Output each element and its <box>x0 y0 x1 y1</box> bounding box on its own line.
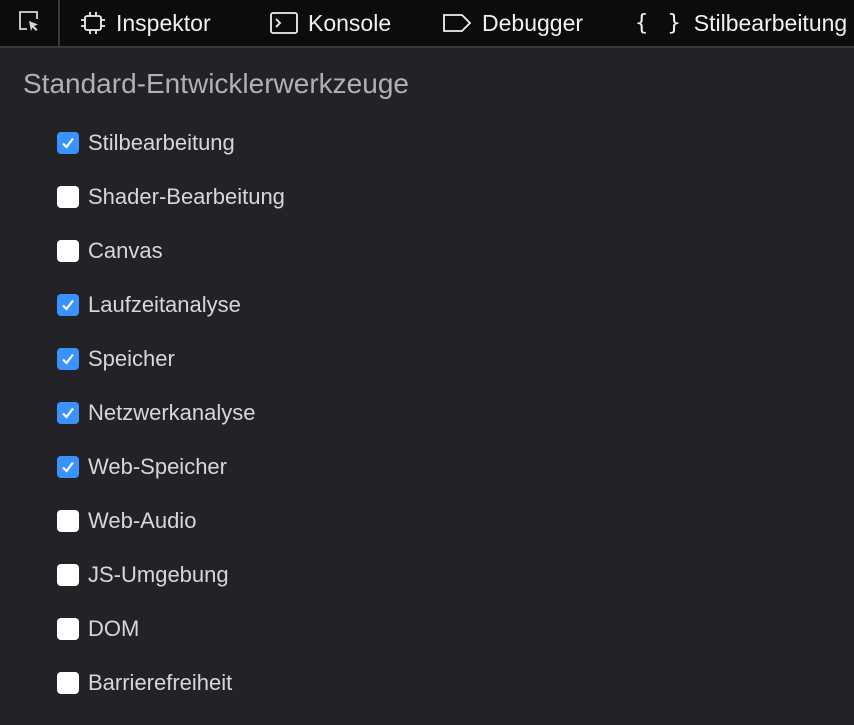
checkbox[interactable] <box>57 618 79 640</box>
tool-checkbox-item[interactable]: Web-Speicher <box>57 455 285 509</box>
tool-label: JS-Umgebung <box>88 562 229 587</box>
checkbox[interactable] <box>57 132 79 154</box>
tool-checkbox-item[interactable]: Canvas <box>57 239 285 293</box>
checkmark-icon <box>62 137 74 149</box>
tab-label: Konsole <box>308 9 392 36</box>
tool-checkbox-item[interactable]: Shader-Bearbeitung <box>57 185 285 239</box>
tool-checkbox-item[interactable]: Web-Audio <box>57 509 285 563</box>
tool-checkbox-item[interactable]: Speicher <box>57 347 285 401</box>
tab-inspector[interactable]: Inspektor <box>80 0 211 46</box>
tool-checkbox-item[interactable]: DOM <box>57 617 285 671</box>
tab-debugger[interactable]: Debugger <box>442 0 583 46</box>
element-picker-button[interactable] <box>0 0 58 46</box>
checkbox[interactable] <box>57 564 79 586</box>
tool-label: Laufzeitanalyse <box>88 292 241 317</box>
checkbox[interactable] <box>57 672 79 694</box>
tool-label: DOM <box>88 616 140 641</box>
braces-icon: { } <box>635 10 684 36</box>
default-tools-list: Stilbearbeitung Shader-Bearbeitung Canva… <box>57 131 285 725</box>
tool-label: Web-Audio <box>88 508 197 533</box>
checkbox[interactable] <box>57 402 79 424</box>
element-picker-icon <box>17 9 41 38</box>
checkmark-icon <box>62 353 74 365</box>
tool-label: Barrierefreiheit <box>88 670 233 695</box>
toolbar-separator <box>58 0 60 46</box>
debugger-icon <box>442 13 472 33</box>
tool-checkbox-item[interactable]: Stilbearbeitung <box>57 131 285 185</box>
tool-checkbox-item[interactable]: Netzwerkanalyse <box>57 401 285 455</box>
tab-console[interactable]: Konsole <box>270 0 391 46</box>
devtools-toolbar: Inspektor Konsole Debugger { } Stilbearb… <box>0 0 854 48</box>
tab-style-editor[interactable]: { } Stilbearbeitung <box>635 0 847 46</box>
settings-panel: Standard-Entwicklerwerkzeuge Stilbearbei… <box>0 48 854 718</box>
checkbox[interactable] <box>57 294 79 316</box>
console-icon <box>270 12 298 34</box>
checkbox[interactable] <box>57 348 79 370</box>
section-title: Standard-Entwicklerwerkzeuge <box>23 68 409 99</box>
checkbox[interactable] <box>57 456 79 478</box>
tool-label: Stilbearbeitung <box>88 130 235 155</box>
checkmark-icon <box>62 461 74 473</box>
tool-label: Netzwerkanalyse <box>88 400 256 425</box>
checkbox[interactable] <box>57 240 79 262</box>
tool-label: Web-Speicher <box>88 454 227 479</box>
checkmark-icon <box>62 407 74 419</box>
checkbox[interactable] <box>57 510 79 532</box>
tool-checkbox-item[interactable]: JS-Umgebung <box>57 563 285 617</box>
inspector-icon <box>80 12 106 34</box>
tab-label: Debugger <box>482 9 584 36</box>
tool-checkbox-item[interactable]: Laufzeitanalyse <box>57 293 285 347</box>
tab-label: Inspektor <box>116 9 211 36</box>
tool-label: Shader-Bearbeitung <box>88 184 285 209</box>
tool-label: Canvas <box>88 238 163 263</box>
checkbox[interactable] <box>57 186 79 208</box>
tool-label: Speicher <box>88 346 175 371</box>
tool-checkbox-item[interactable]: Barrierefreiheit <box>57 671 285 725</box>
tab-label: Stilbearbeitung <box>693 9 848 36</box>
checkmark-icon <box>62 299 74 311</box>
